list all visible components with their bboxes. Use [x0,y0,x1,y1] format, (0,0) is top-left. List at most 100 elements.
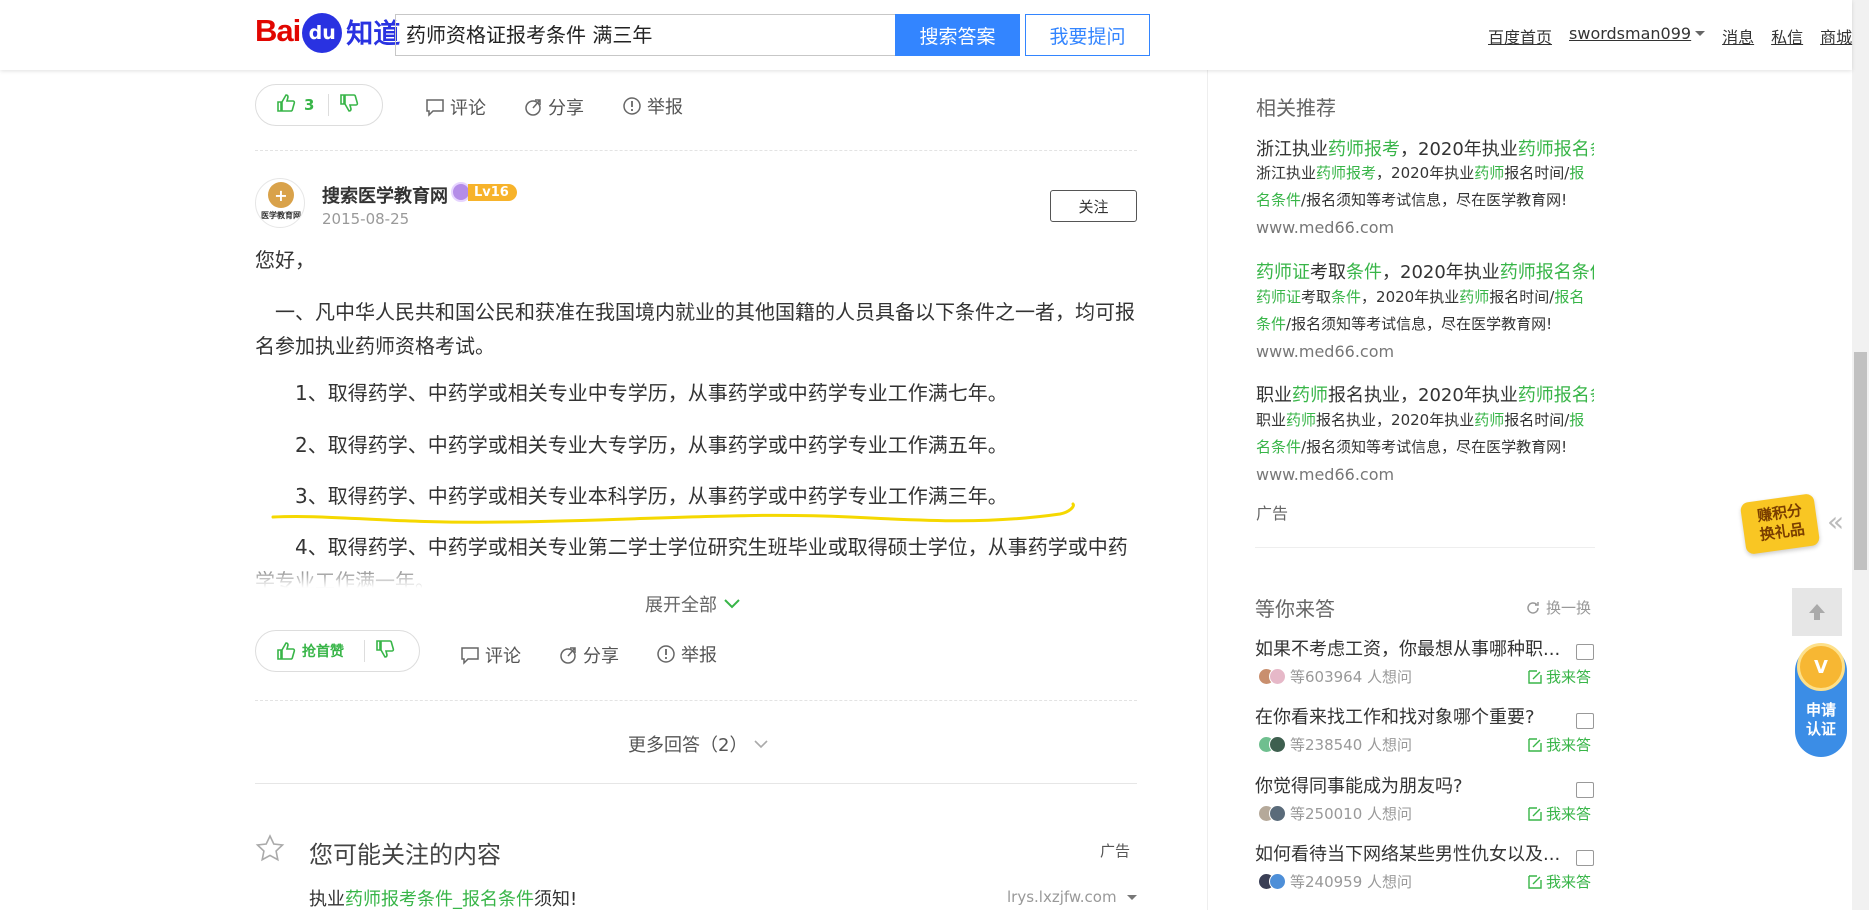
arrow-up-icon [1809,604,1825,620]
chevron-down-icon [724,599,740,609]
fade-overlay [255,556,1140,588]
earn-points-widget[interactable]: 赚积分换礼品 [1739,493,1821,555]
top-nav: 百度首页 swordsman099 消息 私信 商城 [1488,24,1852,48]
item-text: 执业 [309,889,345,910]
chevron-down-icon [1695,31,1706,41]
logo-bai-text: Bai [255,13,301,48]
comment-icon [461,647,479,665]
image-icon [1576,782,1594,798]
comment-label: 评论 [450,98,486,119]
logo-zhidao-text: 知道 [346,18,401,50]
rec-url: www.med66.com [1256,218,1395,237]
answer-label: 我来答 [1546,873,1592,891]
answer-label: 我来答 [1546,736,1592,754]
thumbs-up-icon [277,642,296,660]
author-avatar[interactable]: + 医学教育网 [255,178,305,228]
rec-desc: 浙江执业药师报考，2020年执业药师报名时间/报名条件/报名须知等考试信息，尽在… [1256,164,1585,209]
answer-button[interactable]: 我来答 [1528,666,1591,687]
more-answers-button[interactable]: 更多回答（2） [628,731,769,757]
divider [255,783,1137,784]
edit-icon [1528,874,1542,889]
wait-title: 等你来答 [1255,597,1335,621]
more-answers-label: 更多回答（2） [628,735,748,756]
nav-mall[interactable]: 商城 [1820,24,1852,48]
report-label: 举报 [647,97,683,118]
comment-label: 评论 [485,646,521,667]
comment-button[interactable]: 评论 [460,642,521,668]
search-input[interactable]: 药师资格证报考条件 满三年 [395,14,895,56]
answer-vote-pill: 抢首赞 [255,630,420,672]
answer-button[interactable]: 我来答 [1528,871,1591,892]
question-title[interactable]: 如何看待当下网络某些男性仇女以及... [1255,840,1565,866]
item-source: lrys.lxzjfw.com [1007,888,1137,906]
rec-url: www.med66.com [1256,465,1395,484]
follow-button[interactable]: 关注 [1050,190,1137,222]
expand-label: 展开全部 [645,595,717,616]
thumbs-down-icon[interactable] [375,639,395,663]
like-count: 3 [304,96,315,114]
prev-share-button[interactable]: 分享 [523,94,584,120]
author-name[interactable]: 搜索医学教育网 [322,182,448,208]
rec-url: www.med66.com [1256,342,1395,361]
certify-label: 申请认证 [1805,701,1836,738]
level-badge: Lv16 [451,182,517,202]
question-meta: 等240959 人想问 [1258,871,1412,892]
image-icon [1576,644,1594,660]
answer-button[interactable]: 我来答 [1528,734,1591,755]
first-like-button[interactable]: 抢首赞 [276,641,344,661]
answer-label: 我来答 [1546,668,1592,686]
share-button[interactable]: 分享 [558,642,619,668]
avatar [1269,805,1286,822]
nav-messages[interactable]: 消息 [1722,24,1754,48]
question-title[interactable]: 在你看来找工作和找对象哪个重要? [1255,703,1565,729]
answer-item-2: 2、取得药学、中药学或相关专业大专学历，从事药学或中药学专业工作满五年。 [295,433,1008,457]
ask-question-button[interactable]: 我要提问 [1025,14,1150,56]
collapse-left-icon[interactable]: « [1827,505,1844,538]
nav-private-messages[interactable]: 私信 [1771,24,1803,48]
related-title: 相关推荐 [1256,96,1336,120]
star-icon[interactable] [255,834,285,864]
answer-label: 我来答 [1546,805,1592,823]
item-highlight: 报名条件 [462,889,534,910]
rec-desc: 职业药师报名执业，2020年执业药师报名时间/报名条件/报名须知等考试信息，尽在… [1256,411,1585,456]
thumbs-down-icon[interactable] [339,93,359,117]
question-title[interactable]: 如果不考虑工资，你最想从事哪种职... [1255,635,1565,661]
maybe-follow-title: 您可能关注的内容 [309,841,501,869]
question-meta: 等603964 人想问 [1258,666,1412,687]
maybe-follow-item[interactable]: 执业药师报考条件_报名条件须知! [309,885,577,911]
refresh-icon [1527,601,1539,614]
sidebar-divider [1207,70,1208,910]
question-count: 等603964 人想问 [1290,668,1413,686]
avatar [1269,668,1286,685]
baidu-zhidao-logo[interactable]: Bai du 知道 [255,8,400,54]
caret-down-icon[interactable] [1126,894,1137,905]
answer-date: 2015-08-25 [322,210,410,228]
question-count: 等250010 人想问 [1290,805,1413,823]
report-button[interactable]: 举报 [656,641,717,667]
back-to-top-button[interactable] [1792,588,1842,636]
rec-desc: 药师证考取条件，2020年执业药师报名时间/报名条件/报名须知等考试信息，尽在医… [1256,288,1585,333]
scrollbar-thumb[interactable] [1854,352,1867,570]
search-button[interactable]: 搜索答案 [895,14,1020,56]
image-icon [1576,713,1594,729]
expand-all-button[interactable]: 展开全部 [645,591,741,617]
question-meta: 等250010 人想问 [1258,803,1412,824]
logo-paw-icon: du [302,13,343,53]
question-count: 等238540 人想问 [1290,736,1413,754]
item-text: 须知! [534,889,578,910]
scrollbar-track[interactable] [1852,0,1869,910]
yellow-highlight-underline [271,502,1075,524]
thumbs-up-icon[interactable] [276,93,296,117]
nav-username[interactable]: swordsman099 [1569,24,1706,48]
prev-report-button[interactable]: 举报 [622,93,683,119]
question-count: 等240959 人想问 [1290,873,1413,891]
answer-button[interactable]: 我来答 [1528,803,1591,824]
nav-baidu-home[interactable]: 百度首页 [1488,24,1552,48]
earn-points-label: 赚积分换礼品 [1756,501,1806,544]
prev-comment-button[interactable]: 评论 [425,94,486,120]
share-label: 分享 [583,646,619,667]
avatar [1269,736,1286,753]
certify-widget[interactable]: V 申请认证 [1795,643,1847,757]
refresh-button[interactable]: 换一换 [1525,597,1591,618]
question-title[interactable]: 你觉得同事能成为朋友吗? [1255,772,1565,798]
